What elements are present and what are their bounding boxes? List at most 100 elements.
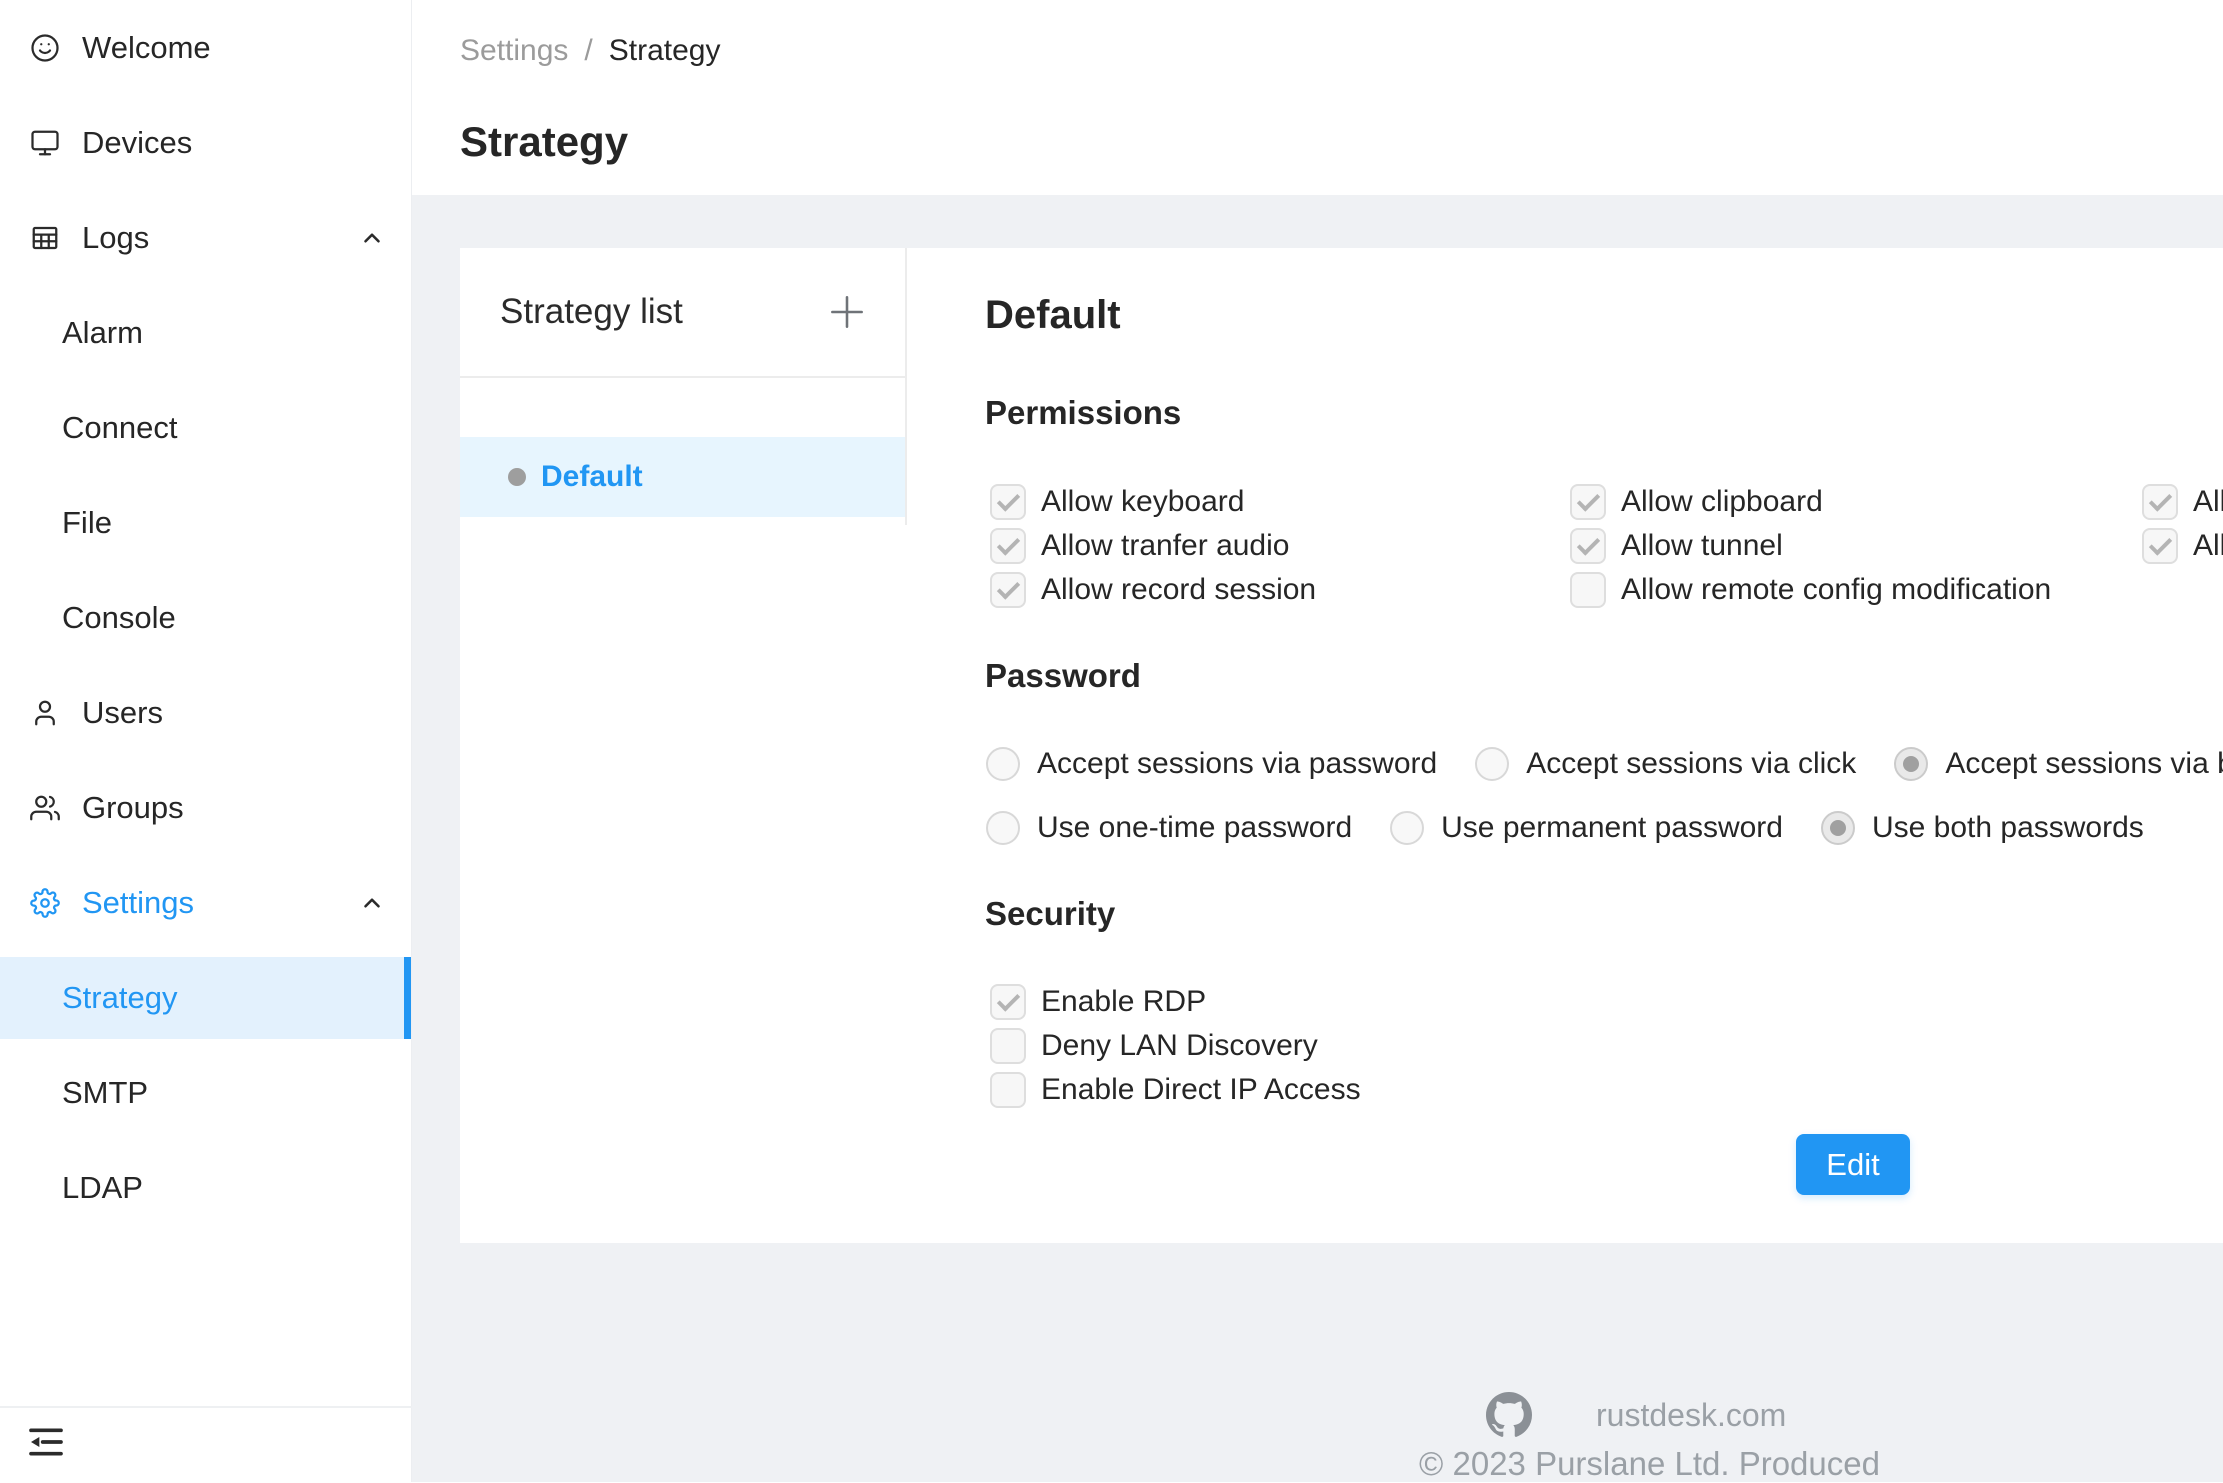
page-header: Settings / Strategy Strategy bbox=[412, 0, 2223, 195]
checkbox-icon bbox=[990, 1028, 1026, 1064]
strategy-list-item-default[interactable]: Default bbox=[460, 437, 905, 517]
copyright-text: © 2023 Purslane Ltd. Produced bbox=[1419, 1445, 1880, 1483]
checkbox-allow-record-session[interactable]: Allow record session bbox=[990, 568, 1570, 612]
radio-use-one-time-password[interactable]: Use one-time password bbox=[986, 811, 1352, 845]
breadcrumb-strategy: Strategy bbox=[609, 34, 721, 68]
radio-icon bbox=[986, 747, 1020, 781]
sidebar-item-label: Settings bbox=[82, 885, 194, 921]
checkbox-icon bbox=[2142, 528, 2178, 564]
checkbox-icon bbox=[990, 1072, 1026, 1108]
strategy-list-title: Strategy list bbox=[500, 292, 683, 332]
sidebar-item-label: Strategy bbox=[62, 980, 177, 1016]
collapse-sidebar-icon bbox=[26, 1450, 66, 1465]
password-type-options: Use one-time password Use permanent pass… bbox=[986, 797, 2144, 859]
sidebar-item-label: Console bbox=[62, 600, 176, 636]
permissions-column-1: Allow keyboard Allow tranfer audio Allow… bbox=[990, 480, 1570, 612]
checkbox-icon bbox=[2142, 484, 2178, 520]
sidebar-item-label: File bbox=[62, 505, 112, 541]
radio-icon bbox=[1475, 747, 1509, 781]
radio-icon bbox=[1821, 811, 1855, 845]
sidebar-item-connect[interactable]: Connect bbox=[0, 380, 411, 475]
checkbox-allow-tunnel[interactable]: Allow tunnel bbox=[1570, 524, 2142, 568]
sidebar-selected-highlight: Strategy bbox=[0, 957, 411, 1039]
checkbox-allow-clipboard[interactable]: Allow clipboard bbox=[1570, 480, 2142, 524]
sidebar-item-strategy[interactable]: Strategy bbox=[0, 950, 411, 1045]
smiley-icon bbox=[30, 33, 60, 63]
page-title: Strategy bbox=[460, 118, 628, 166]
checkbox-allow-tranfer-audio[interactable]: Allow tranfer audio bbox=[990, 524, 1570, 568]
sidebar-item-alarm[interactable]: Alarm bbox=[0, 285, 411, 380]
radio-accept-sessions-via-click[interactable]: Accept sessions via click bbox=[1475, 747, 1856, 781]
checkbox-allow-remote-config-modification[interactable]: Allow remote config modification bbox=[1570, 568, 2142, 612]
sidebar-item-label: Devices bbox=[82, 125, 192, 161]
checkbox-icon bbox=[1570, 528, 1606, 564]
radio-icon bbox=[1390, 811, 1424, 845]
sidebar-item-welcome[interactable]: Welcome bbox=[0, 0, 411, 95]
checkbox-allow-truncated-2[interactable]: All bbox=[2142, 524, 2223, 568]
strategy-card: Strategy list Default Default Permission… bbox=[460, 248, 2223, 1243]
sidebar-item-logs[interactable]: Logs bbox=[0, 190, 411, 285]
password-heading: Password bbox=[985, 657, 1141, 695]
footer: rustdesk.com © 2023 Purslane Ltd. Produc… bbox=[1486, 1391, 1880, 1483]
checkbox-icon bbox=[990, 984, 1026, 1020]
checkbox-enable-direct-ip-access[interactable]: Enable Direct IP Access bbox=[990, 1068, 1361, 1112]
checkbox-allow-keyboard[interactable]: Allow keyboard bbox=[990, 480, 1570, 524]
sidebar-item-users[interactable]: Users bbox=[0, 665, 411, 760]
permissions-column-2: Allow clipboard Allow tunnel Allow remot… bbox=[1570, 480, 2142, 612]
radio-icon bbox=[1894, 747, 1928, 781]
footer-links: rustdesk.com bbox=[1486, 1391, 1880, 1439]
checkbox-allow-truncated-1[interactable]: All bbox=[2142, 480, 2223, 524]
sidebar-item-settings[interactable]: Settings bbox=[0, 855, 411, 950]
checkbox-deny-lan-discovery[interactable]: Deny LAN Discovery bbox=[990, 1024, 1361, 1068]
table-icon bbox=[30, 223, 60, 253]
users-icon bbox=[30, 793, 60, 823]
permissions-heading: Permissions bbox=[985, 394, 1181, 432]
radio-icon bbox=[986, 811, 1020, 845]
gear-icon bbox=[30, 888, 60, 918]
sidebar-item-ldap[interactable]: LDAP bbox=[0, 1140, 411, 1235]
sidebar-item-label: SMTP bbox=[62, 1075, 148, 1111]
radio-accept-sessions-via-both[interactable]: Accept sessions via both bbox=[1894, 747, 2223, 781]
security-list: Enable RDP Deny LAN Discovery Enable Dir… bbox=[990, 980, 1361, 1112]
breadcrumb-settings[interactable]: Settings bbox=[460, 34, 568, 68]
sidebar-footer-divider bbox=[0, 1406, 412, 1408]
checkbox-icon bbox=[990, 484, 1026, 520]
github-icon[interactable] bbox=[1486, 1392, 1532, 1438]
sidebar: Welcome Devices Logs Alarm Connect File bbox=[0, 0, 412, 1482]
checkbox-icon bbox=[1570, 572, 1606, 608]
password-accept-options: Accept sessions via password Accept sess… bbox=[986, 733, 2223, 795]
strategy-list-header: Strategy list bbox=[460, 248, 905, 378]
status-dot bbox=[508, 468, 526, 486]
checkbox-icon bbox=[1570, 484, 1606, 520]
edit-button[interactable]: Edit bbox=[1796, 1134, 1910, 1195]
collapse-sidebar-button[interactable] bbox=[26, 1422, 66, 1462]
security-heading: Security bbox=[985, 895, 1115, 933]
sidebar-item-label: Users bbox=[82, 695, 163, 731]
monitor-icon bbox=[30, 128, 60, 158]
sidebar-item-groups[interactable]: Groups bbox=[0, 760, 411, 855]
chevron-up-icon bbox=[359, 225, 385, 251]
checkbox-icon bbox=[990, 528, 1026, 564]
rustdesk-site-link[interactable]: rustdesk.com bbox=[1596, 1397, 1786, 1434]
add-strategy-button[interactable] bbox=[825, 290, 869, 334]
user-icon bbox=[30, 698, 60, 728]
permissions-column-3: All All bbox=[2142, 480, 2223, 612]
radio-use-permanent-password[interactable]: Use permanent password bbox=[1390, 811, 1783, 845]
radio-use-both-passwords[interactable]: Use both passwords bbox=[1821, 811, 2144, 845]
checkbox-enable-rdp[interactable]: Enable RDP bbox=[990, 980, 1361, 1024]
sidebar-item-label: Logs bbox=[82, 220, 149, 256]
strategy-name: Default bbox=[541, 460, 643, 494]
radio-accept-sessions-via-password[interactable]: Accept sessions via password bbox=[986, 747, 1437, 781]
rustdesk-console: Welcome Devices Logs Alarm Connect File bbox=[0, 0, 2223, 1482]
breadcrumb-separator: / bbox=[584, 34, 592, 68]
checkbox-icon bbox=[990, 572, 1026, 608]
breadcrumb: Settings / Strategy bbox=[460, 34, 720, 68]
sidebar-item-devices[interactable]: Devices bbox=[0, 95, 411, 190]
sidebar-item-label: Alarm bbox=[62, 315, 143, 351]
permissions-grid: Allow keyboard Allow tranfer audio Allow… bbox=[990, 480, 2223, 612]
sidebar-item-smtp[interactable]: SMTP bbox=[0, 1045, 411, 1140]
sidebar-item-file[interactable]: File bbox=[0, 475, 411, 570]
sidebar-item-console[interactable]: Console bbox=[0, 570, 411, 665]
sidebar-item-label: LDAP bbox=[62, 1170, 143, 1206]
chevron-up-icon bbox=[359, 890, 385, 916]
